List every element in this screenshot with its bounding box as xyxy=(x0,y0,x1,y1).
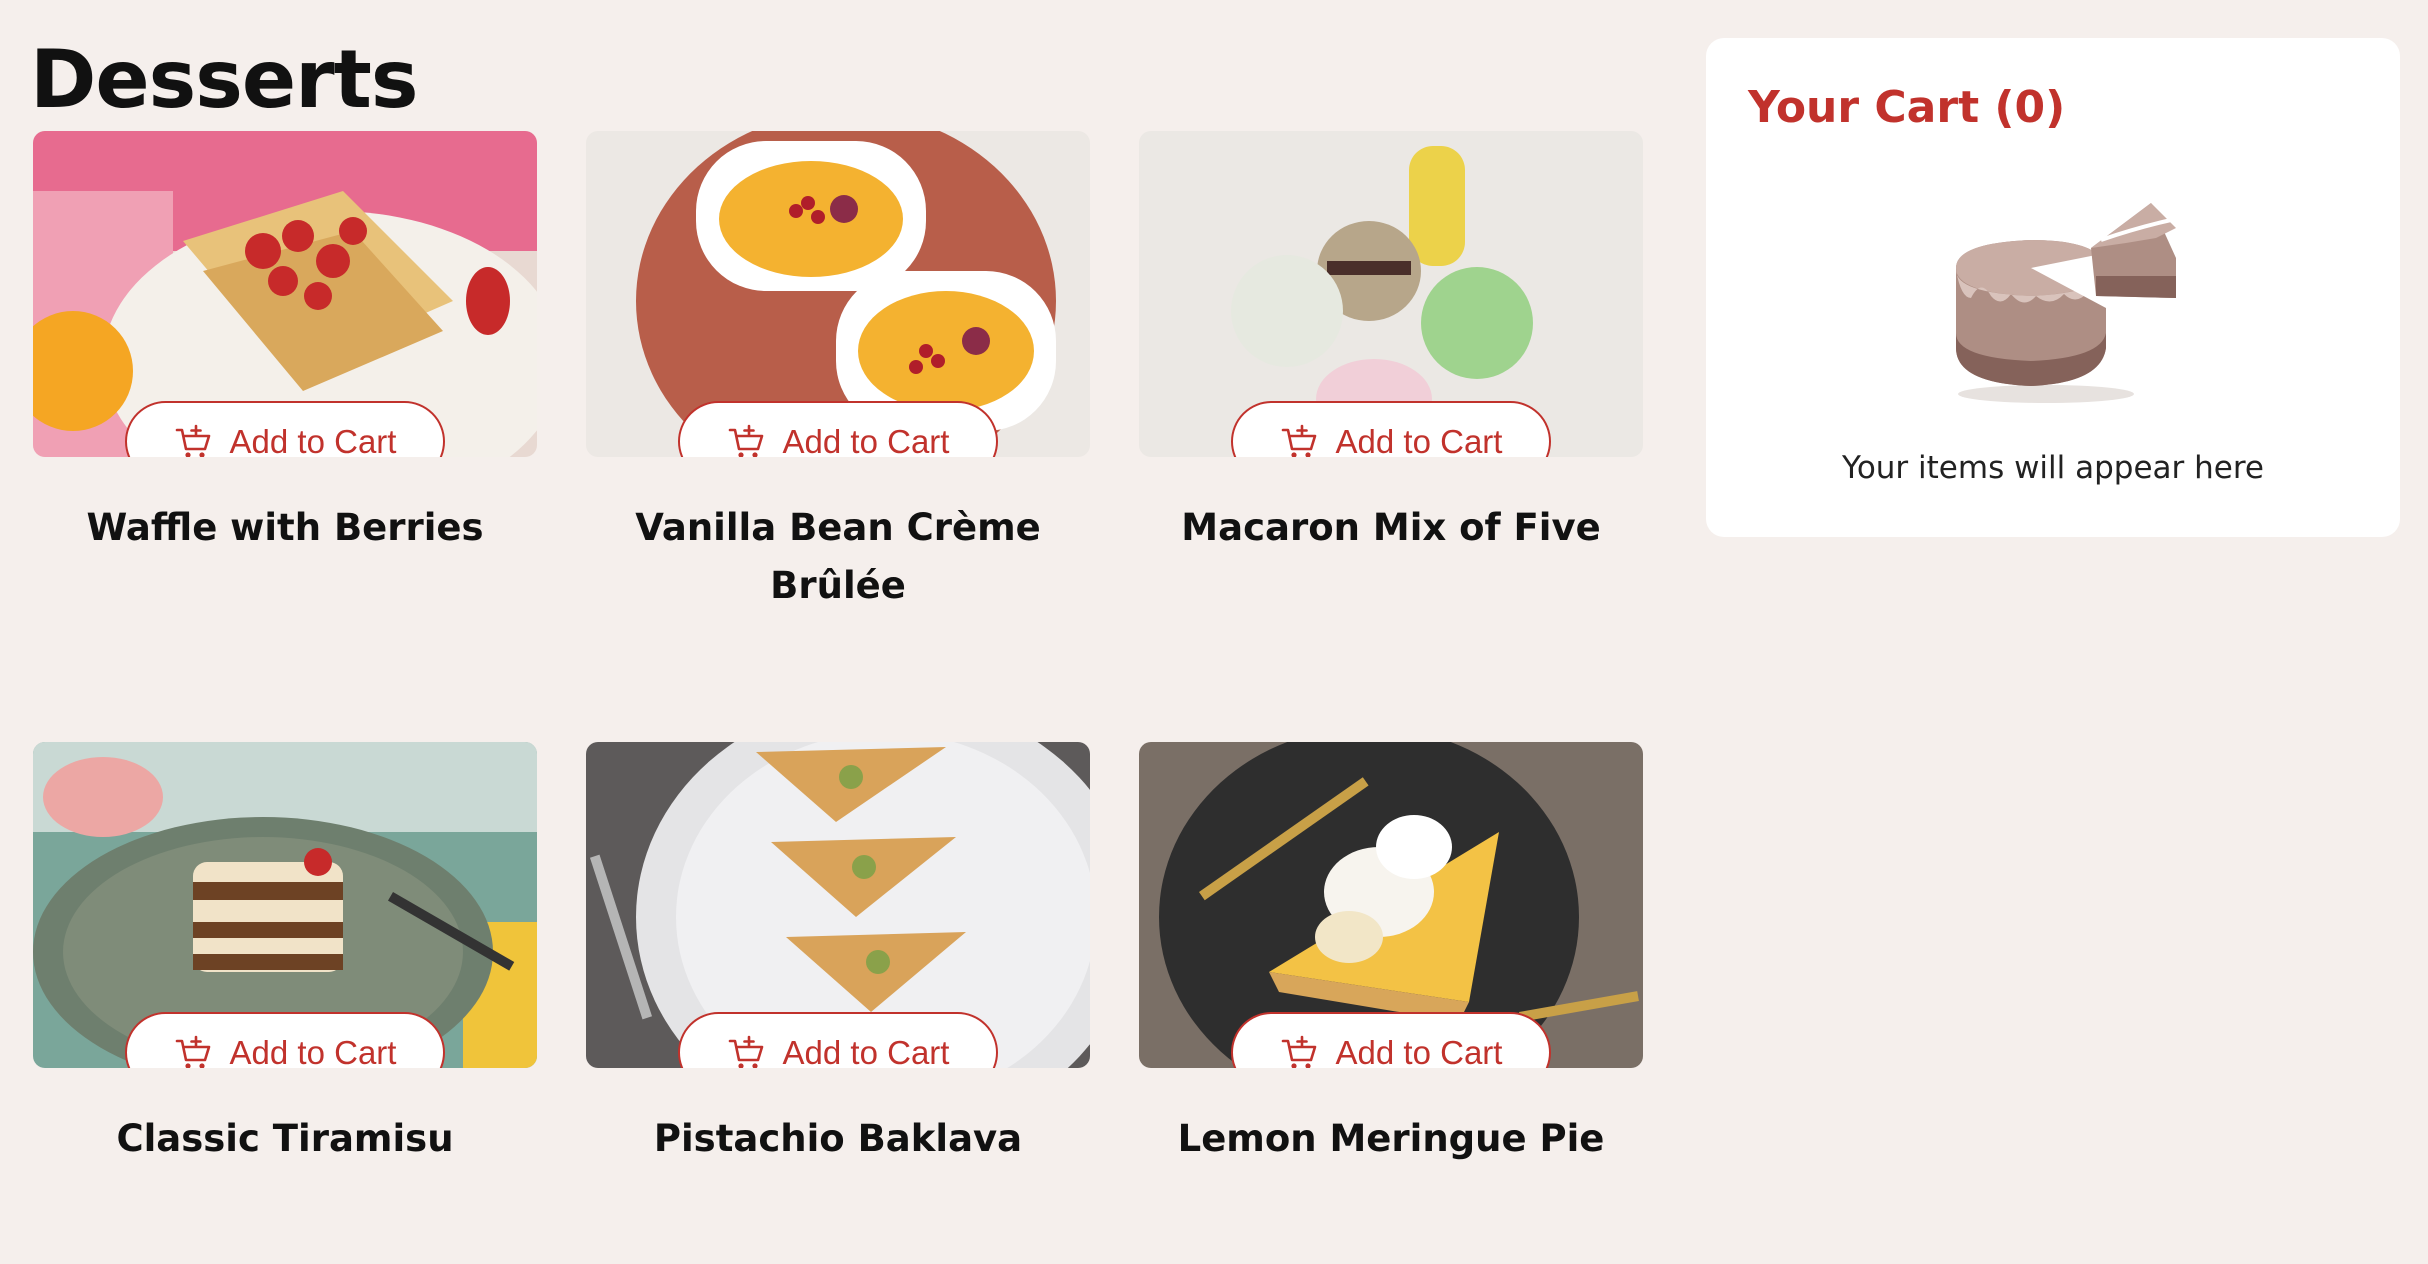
cart-plus-icon xyxy=(175,1035,210,1068)
cart-empty-message: Your items will appear here xyxy=(1842,450,2264,486)
cart-plus-icon xyxy=(728,1035,763,1068)
cart-title: Your Cart (0) xyxy=(1748,82,2066,133)
add-to-cart-button[interactable]: Add to Cart xyxy=(125,401,445,457)
add-to-cart-button[interactable]: Add to Cart xyxy=(678,401,998,457)
add-to-cart-label: Add to Cart xyxy=(782,422,950,458)
product-image-macaron: Add to Cart xyxy=(1139,131,1643,457)
add-to-cart-button[interactable]: Add to Cart xyxy=(678,1012,998,1068)
add-to-cart-label: Add to Cart xyxy=(782,1033,950,1069)
product-name: Macaron Mix of Five xyxy=(1181,506,1601,549)
page: Desserts Add to Cart Waffle with Berries… xyxy=(0,0,2428,1264)
product-image-lemon-pie: Add to Cart xyxy=(1139,742,1643,1068)
add-to-cart-button[interactable]: Add to Cart xyxy=(1231,1012,1551,1068)
product-image-waffle: Add to Cart xyxy=(33,131,537,457)
add-to-cart-label: Add to Cart xyxy=(229,422,397,458)
cart-plus-icon xyxy=(728,424,763,457)
product-image-baklava: Add to Cart xyxy=(586,742,1090,1068)
add-to-cart-label: Add to Cart xyxy=(1335,1033,1503,1069)
add-to-cart-label: Add to Cart xyxy=(229,1033,397,1069)
cart-plus-icon xyxy=(1281,424,1316,457)
add-to-cart-label: Add to Cart xyxy=(1335,422,1503,458)
product-name: Vanilla Bean Crème Brûlée xyxy=(635,506,1041,607)
product-image-tiramisu: Add to Cart xyxy=(33,742,537,1068)
add-to-cart-button[interactable]: Add to Cart xyxy=(125,1012,445,1068)
add-to-cart-button[interactable]: Add to Cart xyxy=(1231,401,1551,457)
page-title: Desserts xyxy=(30,33,418,126)
cart-plus-icon xyxy=(175,424,210,457)
product-card: Add to Cart Pistachio Baklava xyxy=(586,742,1090,1160)
product-image-creme-brulee: Add to Cart xyxy=(586,131,1090,457)
product-name: Lemon Meringue Pie xyxy=(1177,1117,1605,1160)
product-card: Add to Cart Vanilla Bean Crème Brûlée xyxy=(586,131,1090,607)
product-card: Add to Cart Waffle with Berries xyxy=(33,131,537,549)
empty-cart-cake-icon xyxy=(1956,203,2176,403)
product-card: Add to Cart Lemon Meringue Pie xyxy=(1139,742,1643,1160)
product-name: Classic Tiramisu xyxy=(116,1117,454,1160)
cart-panel: Your Cart (0) Your items will appear her… xyxy=(1706,38,2400,537)
product-card: Add to Cart Macaron Mix of Five xyxy=(1139,131,1643,549)
product-name: Waffle with Berries xyxy=(86,506,484,549)
product-card: Add to Cart Classic Tiramisu xyxy=(33,742,537,1160)
cart-plus-icon xyxy=(1281,1035,1316,1068)
product-name: Pistachio Baklava xyxy=(653,1117,1023,1160)
